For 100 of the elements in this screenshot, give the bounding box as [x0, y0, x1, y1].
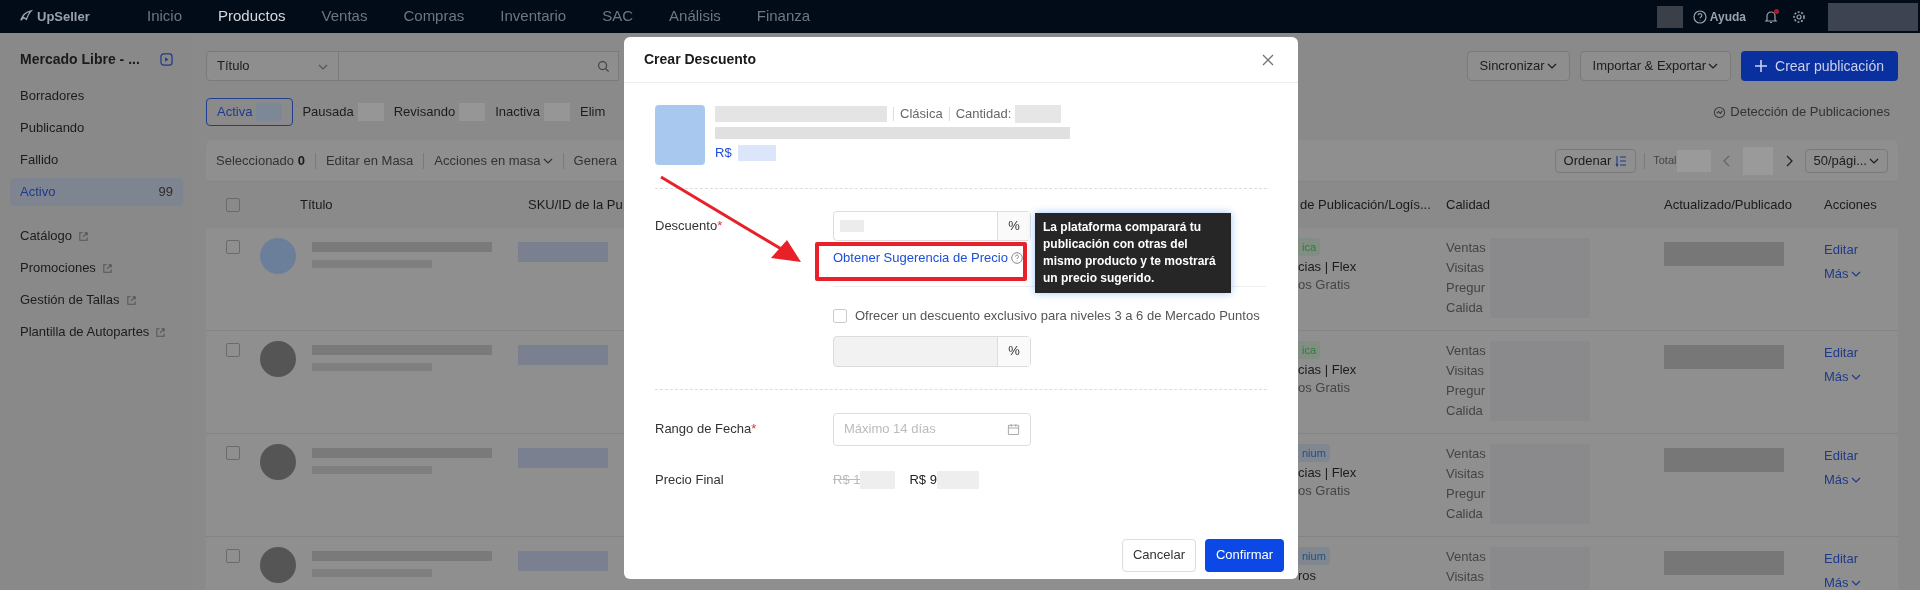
- selected-count: Seleccionado 0: [216, 151, 305, 170]
- listing-type: Clásica: [900, 105, 943, 124]
- blurred-block: [1015, 105, 1062, 123]
- shipping-note: os Gratis: [1298, 276, 1351, 294]
- sidebar-link[interactable]: Promociones: [0, 252, 193, 284]
- sidebar-item[interactable]: Publicando: [10, 114, 183, 142]
- edit-link[interactable]: Editar: [1824, 341, 1884, 365]
- quality-label: Ventas: [1446, 445, 1487, 463]
- search-type-select[interactable]: Título: [206, 51, 339, 81]
- discount-input[interactable]: %: [833, 211, 1031, 241]
- sidebar-label: Fallido: [20, 151, 59, 170]
- previous-page-icon[interactable]: [1722, 154, 1731, 167]
- shipping-note: os Gratis: [1298, 379, 1351, 397]
- status-tab[interactable]: Inactiva: [494, 98, 571, 126]
- column-header: Actualizado/Publicado: [1664, 197, 1792, 213]
- more-link[interactable]: Más: [1824, 365, 1884, 389]
- cancel-button[interactable]: Cancelar: [1122, 538, 1196, 572]
- chevron-down-icon: [1708, 61, 1719, 71]
- close-icon[interactable]: [1262, 53, 1274, 66]
- sidebar-count: 99: [158, 183, 173, 202]
- chevron-down-icon: [1850, 578, 1861, 588]
- checkbox[interactable]: [226, 198, 240, 212]
- chevron-down-icon: [1850, 269, 1861, 279]
- quantity-label: Cantidad:: [955, 105, 1012, 124]
- sidebar-item[interactable]: Borradores: [10, 82, 183, 110]
- price-suggestion-link[interactable]: Obtener Sugerencia de Precio: [833, 248, 1008, 268]
- help-link[interactable]: Ayuda: [1709, 7, 1746, 26]
- field-label: Descuento: [655, 217, 718, 235]
- listing-type-tag: ica: [1298, 238, 1321, 256]
- more-link[interactable]: Más: [1824, 262, 1884, 286]
- help-icon[interactable]: [1010, 252, 1023, 264]
- field-label: Precio Final: [655, 471, 724, 487]
- column-header: de Publicación/Logís...: [1300, 197, 1431, 213]
- edit-link[interactable]: Editar: [1824, 547, 1884, 571]
- checkbox[interactable]: [226, 343, 240, 357]
- detection-icon: [1713, 105, 1727, 119]
- required-mark: *: [751, 420, 757, 439]
- quality-label: Visitas: [1446, 362, 1486, 380]
- quality-label: Visitas: [1446, 568, 1486, 586]
- bulk-action[interactable]: Acciones en masa: [434, 150, 553, 171]
- more-link[interactable]: Más: [1824, 468, 1884, 492]
- dropdown-button[interactable]: Importar & Exportar: [1579, 51, 1732, 81]
- logo-icon: [18, 9, 33, 24]
- unit-label: %: [997, 336, 1030, 366]
- quality-label: Pregur: [1446, 485, 1487, 503]
- checkbox[interactable]: [226, 240, 240, 254]
- search-field[interactable]: [339, 51, 619, 81]
- sidebar-label: Borradores: [20, 87, 85, 106]
- status-tab[interactable]: Pausada: [301, 98, 385, 126]
- play-icon[interactable]: [160, 53, 173, 66]
- quality-label: Pregur: [1446, 279, 1487, 297]
- detection-link[interactable]: Detección de Publicaciones: [1730, 102, 1890, 122]
- sidebar-item[interactable]: Fallido: [10, 146, 183, 174]
- shipping-text: ros: [1298, 567, 1318, 585]
- sidebar-label: Activo: [20, 183, 56, 202]
- status-tab[interactable]: Elim: [579, 98, 607, 126]
- quality-label: Ventas: [1446, 239, 1487, 257]
- store-name: Mercado Libre - ...: [20, 50, 140, 69]
- final-price: R$ 9: [909, 470, 937, 489]
- quality-label: Ventas: [1446, 342, 1487, 360]
- status-tab[interactable]: Revisando: [392, 98, 487, 126]
- chevron-down-icon: [1850, 372, 1861, 382]
- nav-tab[interactable]: Análisis: [651, 5, 739, 28]
- nav-tab[interactable]: Compras: [385, 5, 483, 28]
- product-price: R$: [715, 144, 732, 162]
- edit-link[interactable]: Editar: [1824, 444, 1884, 468]
- sidebar-link[interactable]: Plantilla de Autopartes: [0, 316, 193, 348]
- external-link-icon: [78, 230, 90, 242]
- quality-label: Calida: [1446, 402, 1484, 420]
- checkbox[interactable]: [226, 446, 240, 460]
- sort-button[interactable]: Ordenar: [1554, 148, 1637, 173]
- confirm-button[interactable]: Confirmar: [1205, 538, 1284, 572]
- dropdown-button[interactable]: Sincronizar: [1466, 51, 1570, 81]
- nav-tab[interactable]: SAC: [584, 5, 652, 28]
- bulk-action[interactable]: Genera: [573, 150, 617, 171]
- more-link[interactable]: Más: [1824, 571, 1884, 590]
- nav-tab[interactable]: Inventario: [482, 5, 585, 28]
- next-page-icon[interactable]: [1784, 154, 1793, 167]
- sidebar-link[interactable]: Catálogo: [0, 220, 193, 252]
- nav-tab[interactable]: Inicio: [129, 5, 201, 28]
- quality-label: Calida: [1446, 505, 1484, 523]
- column-header: Acciones: [1824, 197, 1877, 213]
- nav-tab[interactable]: Ventas: [303, 5, 386, 28]
- edit-link[interactable]: Editar: [1824, 238, 1884, 262]
- sidebar-item[interactable]: Activo 99: [10, 178, 183, 206]
- dialog-title: Crear Descuento: [644, 50, 757, 69]
- page-size-select[interactable]: 50/pági...: [1804, 148, 1888, 173]
- unit-label: %: [997, 212, 1030, 240]
- quality-label: Visitas: [1446, 259, 1486, 277]
- bulk-action[interactable]: Editar en Masa: [325, 150, 414, 171]
- nav-tab[interactable]: Productos: [200, 5, 304, 28]
- checkbox[interactable]: [226, 549, 240, 563]
- status-tab[interactable]: Activa: [206, 98, 294, 126]
- sidebar-label: Publicando: [20, 119, 85, 138]
- sidebar-link[interactable]: Gestión de Tallas: [0, 284, 193, 316]
- create-listing-button[interactable]: Crear publicación: [1741, 51, 1898, 81]
- column-header: Calidad: [1446, 197, 1491, 213]
- bell-icon[interactable]: [1764, 9, 1778, 24]
- settings-icon[interactable]: [1792, 9, 1806, 24]
- nav-tab[interactable]: Finanza: [738, 5, 829, 28]
